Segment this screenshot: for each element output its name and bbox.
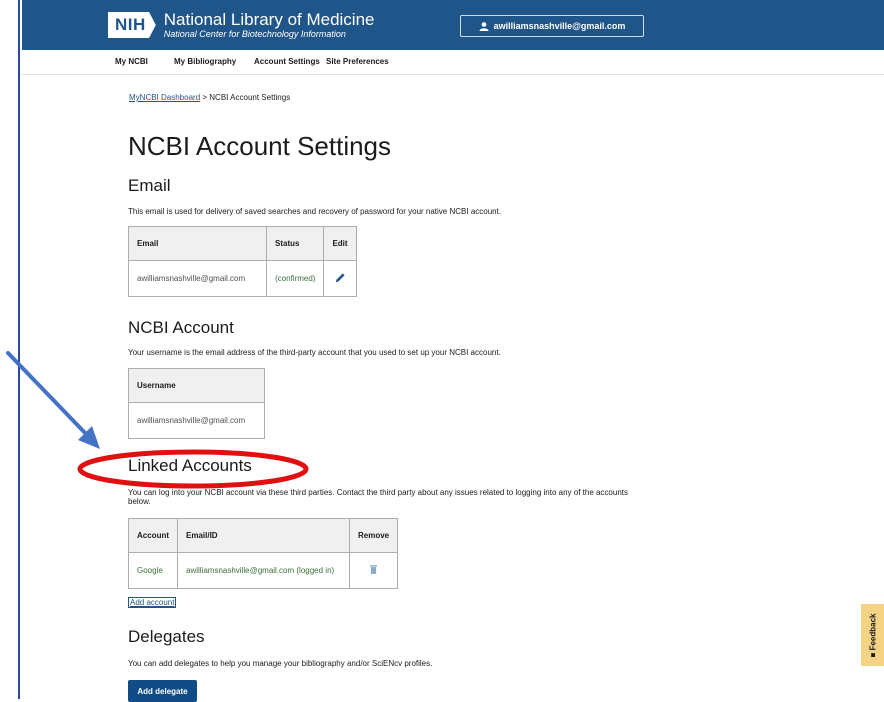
annotation-arrow-line (6, 351, 90, 438)
remove-col-header: Remove (348, 518, 399, 553)
user-icon (479, 21, 489, 31)
nlm-logo[interactable]: NIH National Library of Medicine Nationa… (108, 9, 375, 41)
account-email: awilliamsnashville@gmail.com (493, 21, 626, 31)
linked-account-email: awilliamsnashville@gmail.com (logged in) (177, 552, 350, 589)
nav-site-preferences[interactable]: Site Preferences (326, 57, 389, 66)
top-nav: My NCBI My Bibliography Account Settings… (22, 50, 884, 75)
feedback-label: ■ Feedback (868, 613, 877, 657)
nih-badge: NIH (108, 12, 156, 38)
table-row: awilliamsnashville@gmail.com (confirmed) (128, 260, 357, 297)
table-row: awilliamsnashville@gmail.com (128, 402, 265, 439)
email-table: Email Status Edit awilliamsnashville@gma… (128, 226, 357, 297)
linked-accounts-description: You can log into your NCBI account via t… (128, 488, 629, 506)
username-value: awilliamsnashville@gmail.com (128, 402, 265, 439)
email-id-col-header: Email/ID (177, 518, 350, 553)
username-table: Username awilliamsnashville@gmail.com (128, 368, 265, 439)
linked-account-name: Google (128, 552, 178, 589)
ncbi-account-description: Your username is the email address of th… (128, 348, 501, 357)
nav-my-ncbi[interactable]: My NCBI (115, 57, 148, 66)
table-row: Google awilliamsnashville@gmail.com (log… (128, 552, 399, 589)
username-col-header: Username (128, 368, 265, 403)
pencil-icon[interactable] (335, 272, 346, 283)
nav-my-bibliography[interactable]: My Bibliography (174, 57, 236, 66)
nav-account-settings[interactable]: Account Settings (254, 57, 320, 66)
page-title: NCBI Account Settings (128, 131, 392, 161)
remove-cell[interactable] (348, 552, 399, 589)
trash-icon[interactable] (370, 565, 378, 574)
table-header-row: Username (128, 368, 265, 403)
table-header-row: Account Email/ID Remove (128, 518, 399, 553)
breadcrumb-dashboard-link[interactable]: MyNCBI Dashboard (129, 93, 200, 102)
status-col-header: Status (265, 226, 325, 261)
email-heading: Email (128, 176, 171, 195)
linked-accounts-heading: Linked Accounts (128, 456, 252, 475)
table-header-row: Email Status Edit (128, 226, 357, 261)
annotation-arrow-head (78, 426, 100, 449)
logo-title: National Library of Medicine (163, 10, 375, 29)
status-value: (confirmed) (265, 260, 325, 297)
feedback-tab[interactable]: ■ Feedback (861, 604, 884, 666)
left-border (0, 0, 20, 699)
logo-text: National Library of Medicine National Ce… (164, 11, 375, 39)
add-account-link[interactable]: Add account (128, 597, 177, 608)
edit-cell[interactable] (323, 260, 357, 297)
account-col-header: Account (128, 518, 178, 553)
email-value: awilliamsnashville@gmail.com (128, 260, 267, 297)
logo-subtitle: National Center for Biotechnology Inform… (163, 29, 346, 39)
account-button[interactable]: awilliamsnashville@gmail.com (460, 15, 644, 37)
delegates-heading: Delegates (128, 627, 205, 646)
linked-accounts-table: Account Email/ID Remove Google awilliams… (128, 518, 399, 589)
email-description: This email is used for delivery of saved… (128, 207, 502, 216)
ncbi-account-heading: NCBI Account (128, 318, 234, 337)
breadcrumb: MyNCBI Dashboard > NCBI Account Settings (129, 93, 290, 102)
breadcrumb-separator: > (200, 93, 210, 102)
edit-col-header: Edit (323, 226, 357, 261)
email-col-header: Email (128, 226, 267, 261)
delegates-description: You can add delegates to help you manage… (128, 659, 433, 668)
breadcrumb-current: NCBI Account Settings (209, 93, 291, 102)
